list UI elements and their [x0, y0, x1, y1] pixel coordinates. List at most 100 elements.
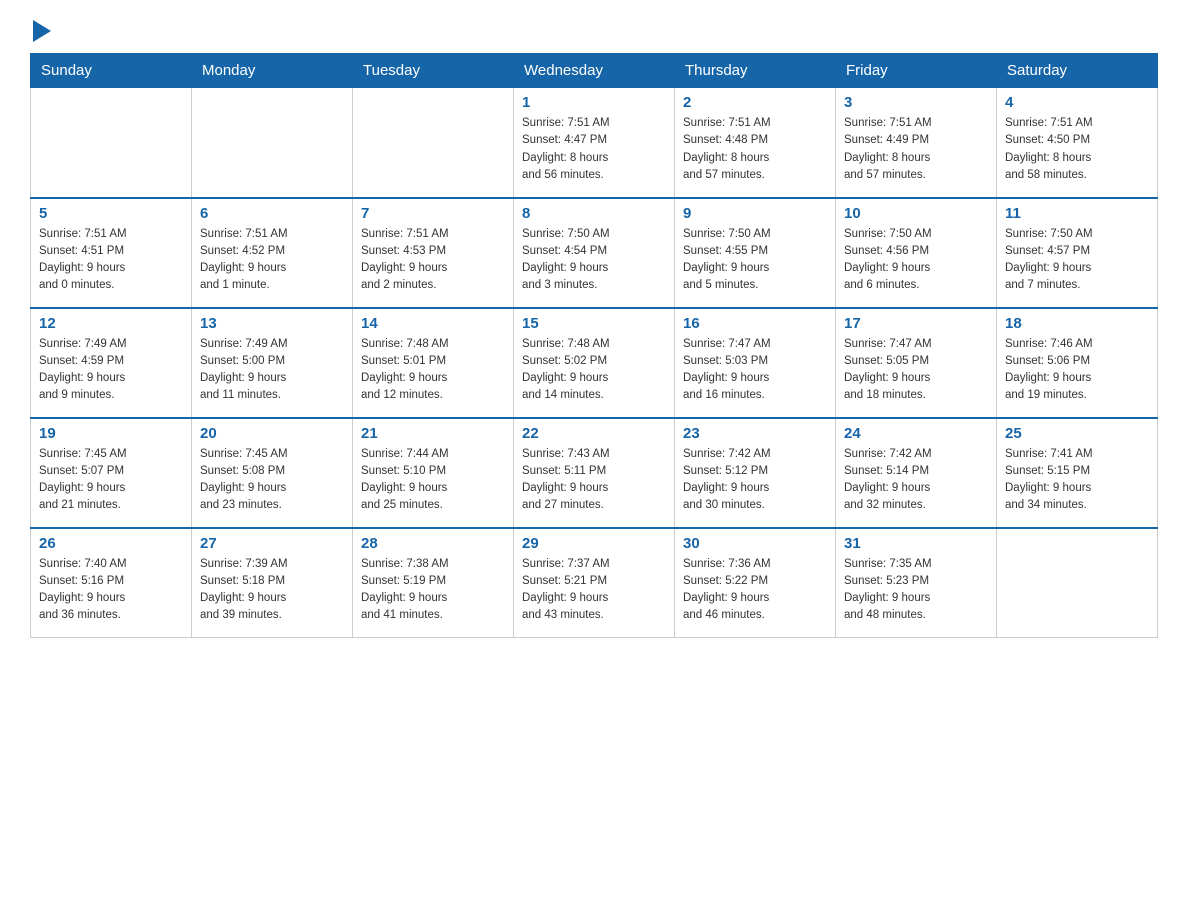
day-number: 20 — [200, 425, 344, 442]
day-info: Sunrise: 7:50 AM Sunset: 4:55 PM Dayligh… — [683, 226, 827, 295]
day-info: Sunrise: 7:45 AM Sunset: 5:08 PM Dayligh… — [200, 446, 344, 515]
day-info: Sunrise: 7:37 AM Sunset: 5:21 PM Dayligh… — [522, 556, 666, 625]
calendar-cell — [353, 88, 514, 198]
calendar-week-3: 12Sunrise: 7:49 AM Sunset: 4:59 PM Dayli… — [31, 308, 1158, 418]
day-info: Sunrise: 7:35 AM Sunset: 5:23 PM Dayligh… — [844, 556, 988, 625]
calendar-week-5: 26Sunrise: 7:40 AM Sunset: 5:16 PM Dayli… — [31, 528, 1158, 638]
day-info: Sunrise: 7:51 AM Sunset: 4:47 PM Dayligh… — [522, 115, 666, 184]
day-number: 19 — [39, 425, 183, 442]
day-number: 16 — [683, 315, 827, 332]
day-info: Sunrise: 7:47 AM Sunset: 5:03 PM Dayligh… — [683, 336, 827, 405]
weekday-header-wednesday: Wednesday — [514, 54, 675, 88]
calendar-cell: 2Sunrise: 7:51 AM Sunset: 4:48 PM Daylig… — [675, 88, 836, 198]
calendar-cell: 9 Sunrise: 7:50 AM Sunset: 4:55 PM Daylig… — [675, 198, 836, 308]
day-info: Sunrise: 7:49 AM Sunset: 5:00 PM Dayligh… — [200, 336, 344, 405]
calendar-cell: 6 Sunrise: 7:51 AM Sunset: 4:52 PM Daylig… — [192, 198, 353, 308]
logo-triangle-icon — [33, 20, 51, 42]
day-info: Sunrise: 7:51 AM Sunset: 4:49 PM Dayligh… — [844, 115, 988, 184]
day-info: Sunrise: 7:44 AM Sunset: 5:10 PM Dayligh… — [361, 446, 505, 515]
day-info: Sunrise: 7:43 AM Sunset: 5:11 PM Dayligh… — [522, 446, 666, 515]
calendar-cell: 29Sunrise: 7:37 AM Sunset: 5:21 PM Dayli… — [514, 528, 675, 638]
day-number: 7 — [361, 205, 505, 222]
day-info: Sunrise: 7:39 AM Sunset: 5:18 PM Dayligh… — [200, 556, 344, 625]
day-number: 5 — [39, 205, 183, 222]
calendar-cell: 23 Sunrise: 7:42 AM Sunset: 5:12 PM Dayli… — [675, 418, 836, 528]
day-number: 2 — [683, 94, 827, 111]
day-info: Sunrise: 7:48 AM Sunset: 5:02 PM Dayligh… — [522, 336, 666, 405]
calendar-body: 1 Sunrise: 7:51 AM Sunset: 4:47 PM Daylig… — [31, 88, 1158, 638]
day-number: 26 — [39, 535, 183, 552]
day-info: Sunrise: 7:42 AM Sunset: 5:12 PM Dayligh… — [683, 446, 827, 515]
calendar-cell: 1 Sunrise: 7:51 AM Sunset: 4:47 PM Daylig… — [514, 88, 675, 198]
day-info: Sunrise: 7:45 AM Sunset: 5:07 PM Dayligh… — [39, 446, 183, 515]
day-number: 6 — [200, 205, 344, 222]
calendar-cell: 7Sunrise: 7:51 AM Sunset: 4:53 PM Daylig… — [353, 198, 514, 308]
day-info: Sunrise: 7:41 AM Sunset: 5:15 PM Dayligh… — [1005, 446, 1149, 515]
day-info: Sunrise: 7:50 AM Sunset: 4:56 PM Dayligh… — [844, 226, 988, 295]
calendar-cell: 8Sunrise: 7:50 AM Sunset: 4:54 PM Daylig… — [514, 198, 675, 308]
weekday-header-friday: Friday — [836, 54, 997, 88]
calendar-cell: 24Sunrise: 7:42 AM Sunset: 5:14 PM Dayli… — [836, 418, 997, 528]
day-info: Sunrise: 7:46 AM Sunset: 5:06 PM Dayligh… — [1005, 336, 1149, 405]
day-number: 3 — [844, 94, 988, 111]
day-number: 25 — [1005, 425, 1149, 442]
day-info: Sunrise: 7:47 AM Sunset: 5:05 PM Dayligh… — [844, 336, 988, 405]
calendar-cell: 26Sunrise: 7:40 AM Sunset: 5:16 PM Dayli… — [31, 528, 192, 638]
weekday-header-sunday: Sunday — [31, 54, 192, 88]
calendar-cell: 11 Sunrise: 7:50 AM Sunset: 4:57 PM Dayli… — [997, 198, 1158, 308]
day-number: 13 — [200, 315, 344, 332]
calendar-cell: 30Sunrise: 7:36 AM Sunset: 5:22 PM Dayli… — [675, 528, 836, 638]
day-number: 22 — [522, 425, 666, 442]
calendar-cell: 3 Sunrise: 7:51 AM Sunset: 4:49 PM Daylig… — [836, 88, 997, 198]
day-number: 4 — [1005, 94, 1149, 111]
day-number: 27 — [200, 535, 344, 552]
calendar-cell: 25 Sunrise: 7:41 AM Sunset: 5:15 PM Dayli… — [997, 418, 1158, 528]
calendar-cell: 21 Sunrise: 7:44 AM Sunset: 5:10 PM Dayli… — [353, 418, 514, 528]
calendar-cell: 10 Sunrise: 7:50 AM Sunset: 4:56 PM Dayli… — [836, 198, 997, 308]
day-number: 24 — [844, 425, 988, 442]
calendar-cell: 13 Sunrise: 7:49 AM Sunset: 5:00 PM Dayli… — [192, 308, 353, 418]
day-info: Sunrise: 7:51 AM Sunset: 4:52 PM Dayligh… — [200, 226, 344, 295]
calendar-cell: 14 Sunrise: 7:48 AM Sunset: 5:01 PM Dayli… — [353, 308, 514, 418]
day-info: Sunrise: 7:50 AM Sunset: 4:57 PM Dayligh… — [1005, 226, 1149, 295]
weekday-header-thursday: Thursday — [675, 54, 836, 88]
day-number: 17 — [844, 315, 988, 332]
calendar-cell: 22 Sunrise: 7:43 AM Sunset: 5:11 PM Dayli… — [514, 418, 675, 528]
logo — [30, 20, 51, 43]
weekday-header-tuesday: Tuesday — [353, 54, 514, 88]
day-number: 31 — [844, 535, 988, 552]
day-number: 9 — [683, 205, 827, 222]
day-info: Sunrise: 7:48 AM Sunset: 5:01 PM Dayligh… — [361, 336, 505, 405]
day-number: 14 — [361, 315, 505, 332]
calendar-cell — [31, 88, 192, 198]
day-number: 1 — [522, 94, 666, 111]
day-number: 10 — [844, 205, 988, 222]
calendar-cell: 31 Sunrise: 7:35 AM Sunset: 5:23 PM Dayli… — [836, 528, 997, 638]
day-info: Sunrise: 7:49 AM Sunset: 4:59 PM Dayligh… — [39, 336, 183, 405]
day-number: 23 — [683, 425, 827, 442]
page-header — [30, 20, 1158, 43]
day-number: 18 — [1005, 315, 1149, 332]
calendar-cell: 15 Sunrise: 7:48 AM Sunset: 5:02 PM Dayli… — [514, 308, 675, 418]
calendar-cell: 27 Sunrise: 7:39 AM Sunset: 5:18 PM Dayli… — [192, 528, 353, 638]
calendar-cell: 28Sunrise: 7:38 AM Sunset: 5:19 PM Dayli… — [353, 528, 514, 638]
calendar-cell: 18 Sunrise: 7:46 AM Sunset: 5:06 PM Dayli… — [997, 308, 1158, 418]
calendar-week-2: 5 Sunrise: 7:51 AM Sunset: 4:51 PM Daylig… — [31, 198, 1158, 308]
calendar-cell: 19 Sunrise: 7:45 AM Sunset: 5:07 PM Dayli… — [31, 418, 192, 528]
calendar-cell — [997, 528, 1158, 638]
calendar-header: SundayMondayTuesdayWednesdayThursdayFrid… — [31, 54, 1158, 88]
day-number: 15 — [522, 315, 666, 332]
day-number: 8 — [522, 205, 666, 222]
weekday-header-saturday: Saturday — [997, 54, 1158, 88]
day-number: 28 — [361, 535, 505, 552]
day-number: 21 — [361, 425, 505, 442]
calendar-cell: 12Sunrise: 7:49 AM Sunset: 4:59 PM Dayli… — [31, 308, 192, 418]
day-info: Sunrise: 7:51 AM Sunset: 4:50 PM Dayligh… — [1005, 115, 1149, 184]
day-info: Sunrise: 7:51 AM Sunset: 4:51 PM Dayligh… — [39, 226, 183, 295]
day-number: 11 — [1005, 205, 1149, 222]
calendar-cell — [192, 88, 353, 198]
calendar-table: SundayMondayTuesdayWednesdayThursdayFrid… — [30, 53, 1158, 638]
calendar-cell: 4 Sunrise: 7:51 AM Sunset: 4:50 PM Daylig… — [997, 88, 1158, 198]
day-info: Sunrise: 7:36 AM Sunset: 5:22 PM Dayligh… — [683, 556, 827, 625]
calendar-cell: 20 Sunrise: 7:45 AM Sunset: 5:08 PM Dayli… — [192, 418, 353, 528]
